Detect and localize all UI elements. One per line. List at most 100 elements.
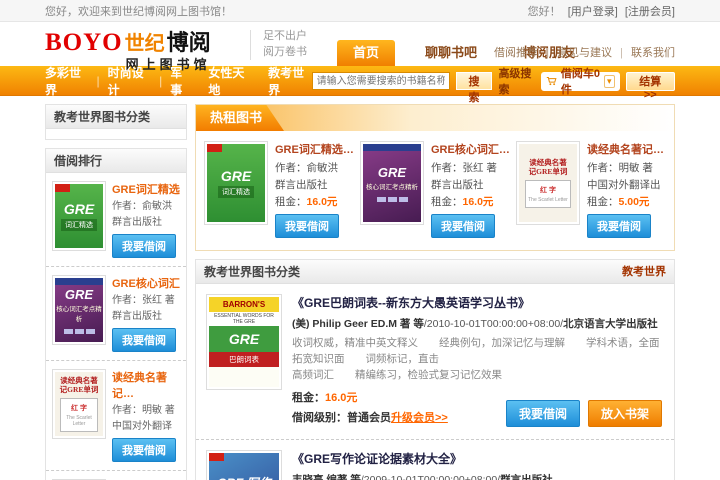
advanced-search-link[interactable]: 高级搜索 xyxy=(498,65,535,97)
sidebar-ranking-header: 借阅排行 xyxy=(46,149,186,173)
sidebar-ranking-box: 借阅排行 GRE 词汇精选 GRE词汇精选 作者：俞敏洪 群言出版社 我要借阅 xyxy=(45,148,187,480)
book-byline: (美) Philip Geer ED.M 著 等/2010-10-01T00:0… xyxy=(292,316,664,331)
checkout-button[interactable]: 结算 >> xyxy=(626,72,675,91)
logo-en: BOYO xyxy=(45,29,123,57)
book-cover[interactable]: GRE 写作 论证论据素材大全 xyxy=(206,450,282,480)
book-info: 《GRE写作论证论据素材大全》 韦晓亮 编著 等/2009-10-01T00:0… xyxy=(292,450,664,480)
book-author: 作者：张红 著 xyxy=(431,160,510,177)
borrow-button[interactable]: 我要借阅 xyxy=(431,214,495,238)
nav-item-fashion-design[interactable]: 时尚设计 xyxy=(108,64,152,98)
book-title[interactable]: GRE核心词汇 xyxy=(112,275,180,291)
quick-links: 借阅推荐 | 意见与建议 | 联系我们 xyxy=(494,44,675,60)
book-title[interactable]: GRE词汇精选 xyxy=(112,181,180,197)
book-publisher: 群言出版社 xyxy=(112,309,180,325)
tagline-line1: 足不出户 xyxy=(263,28,307,44)
book-cover[interactable]: 读经典名著 记GRE单词 红 字 The Scarlet Letter xyxy=(516,141,580,225)
cover-text: 巴朗词表 xyxy=(209,352,279,367)
rent-value: 5.00元 xyxy=(619,196,650,208)
search-button[interactable]: 搜 索 xyxy=(456,72,493,90)
cover-text: GRE xyxy=(221,168,251,184)
borrow-button[interactable]: 我要借阅 xyxy=(506,400,580,427)
nav-separator: | xyxy=(159,74,162,88)
cover-text: GRE xyxy=(64,201,94,217)
cover-text: 核心词汇考点精析 xyxy=(55,303,103,323)
cover-band xyxy=(55,278,103,285)
category-nav-items: 多彩世界 | 时尚设计 | 军事 女性天地 教考世界 xyxy=(45,64,312,98)
book-info: GRE词汇精选… 作者：俞敏洪 群言出版社 租金：16.0元 我要借阅 xyxy=(275,141,354,238)
cover-text: GRE xyxy=(65,287,93,302)
page: 您好，欢迎来到世纪博阅网上图书馆！ 您好！ [用户登录] [注册会员] BOYO… xyxy=(0,0,720,480)
book-title[interactable]: GRE词汇精选… xyxy=(275,141,354,157)
register-link[interactable]: [注册会员] xyxy=(625,6,675,18)
book-cover[interactable]: GRE 词汇精选 xyxy=(52,181,106,251)
book-title[interactable]: GRE核心词汇… xyxy=(431,141,510,157)
cover-text: 词汇精选 xyxy=(218,186,254,198)
tab-home[interactable]: 首页 xyxy=(337,40,395,66)
borrow-button[interactable]: 我要借阅 xyxy=(112,438,176,462)
content-area: 教考世界图书分类 借阅排行 GRE 词汇精选 GRE词汇精选 作者：俞 xyxy=(45,104,675,480)
book-cover[interactable]: GRE 词汇精选 xyxy=(204,141,268,225)
link-separator: | xyxy=(546,47,549,59)
catalog-more-link[interactable]: 教考世界 xyxy=(622,260,666,284)
cover-text: GRE xyxy=(209,326,279,352)
link-borrow-recommend[interactable]: 借阅推荐 xyxy=(494,47,538,59)
ranking-book-item: GRE 词汇精选 GRE词汇精选 作者：俞敏洪 群言出版社 我要借阅 xyxy=(46,173,186,266)
book-title[interactable]: 《GRE巴朗词表--新东方大愚英语学习丛书》 xyxy=(292,294,664,311)
book-info: GRE词汇精选 作者：俞敏洪 群言出版社 我要借阅 xyxy=(112,181,180,258)
book-cover-art: BARRON'S ESSENTIAL WORDS FOR THE GRE GRE… xyxy=(209,297,279,387)
promo-ribbon xyxy=(55,184,70,192)
nav-item-women-world[interactable]: 女性天地 xyxy=(208,64,252,98)
cover-text: 记GRE单词 xyxy=(60,385,99,394)
site-header: BOYO 世纪 博阅 网上图书馆 足不出户 阅万卷书 首页 聊聊书吧 博阅朋友 … xyxy=(0,22,720,66)
book-cover[interactable]: BARRON'S ESSENTIAL WORDS FOR THE GRE GRE… xyxy=(206,294,282,390)
link-suggestions[interactable]: 意见与建议 xyxy=(557,47,612,59)
upgrade-member-link[interactable]: 升级会员>> xyxy=(391,412,448,424)
book-byline: 韦晓亮 编著 等/2009-10-01T00:00:00+08:00/群言出版社 xyxy=(292,472,664,480)
logo-cn2: 博阅 xyxy=(167,25,211,57)
add-to-shelf-button[interactable]: 放入书架 xyxy=(588,400,662,427)
sidebar: 教考世界图书分类 借阅排行 GRE 词汇精选 GRE词汇精选 作者：俞 xyxy=(45,104,187,480)
book-cover[interactable]: GRE 核心词汇考点精析 xyxy=(360,141,424,225)
hot-books-header: 热租图书 xyxy=(196,105,284,131)
cover-text: The Scarlet Letter xyxy=(527,197,568,203)
book-publisher: 群言出版社 xyxy=(431,177,510,194)
cover-text: 记GRE单词 xyxy=(529,167,568,176)
tab-book-chat[interactable]: 聊聊书吧 xyxy=(409,40,493,66)
cover-text: GRE xyxy=(378,165,406,180)
login-link[interactable]: [用户登录] xyxy=(568,6,618,18)
cart-icon xyxy=(546,75,557,87)
book-cover[interactable]: 读经典名著 记GRE单词 红 字 The Scarlet Letter xyxy=(52,369,106,439)
borrow-button[interactable]: 我要借阅 xyxy=(112,328,176,352)
book-title[interactable]: 读经典名著记… xyxy=(587,141,664,157)
cover-inner-box: 红 字 The Scarlet Letter xyxy=(60,398,97,432)
sidebar-category-box: 教考世界图书分类 xyxy=(45,104,187,140)
catalog-book-item: GRE 写作 论证论据素材大全 《GRE写作论证论据素材大全》 韦晓亮 编著 等… xyxy=(196,439,674,480)
catalog-box: 教考世界图书分类 教考世界 BARRON'S ESSENTIAL WORDS F… xyxy=(195,259,675,480)
book-rent: 租金：16.0元 xyxy=(431,194,510,211)
borrow-button[interactable]: 我要借阅 xyxy=(587,214,651,238)
link-contact-us[interactable]: 联系我们 xyxy=(631,47,675,59)
cover-text: 读经典名著 xyxy=(60,376,98,385)
chevron-down-icon[interactable]: ▾ xyxy=(604,75,615,88)
borrow-button[interactable]: 我要借阅 xyxy=(112,234,176,258)
nav-item-military[interactable]: 军事 xyxy=(170,64,192,98)
hot-book-card: GRE 词汇精选 GRE词汇精选… 作者：俞敏洪 群言出版社 租金：16.0元 … xyxy=(204,141,354,238)
cover-text: 读经典名著 xyxy=(529,158,567,167)
sidebar-category-body xyxy=(46,129,186,139)
promo-ribbon xyxy=(209,453,224,461)
borrow-button[interactable]: 我要借阅 xyxy=(275,214,339,238)
book-title[interactable]: 《GRE写作论证论据素材大全》 xyxy=(292,450,664,467)
book-title[interactable]: 读经典名著记… xyxy=(112,369,180,401)
book-cover[interactable]: GRE 核心词汇考点精析 xyxy=(52,275,106,345)
hot-books-list: GRE 词汇精选 GRE词汇精选… 作者：俞敏洪 群言出版社 租金：16.0元 … xyxy=(196,131,674,250)
borrow-cart[interactable]: 借阅车0件 ▾ xyxy=(541,72,620,91)
hot-books-header-bar: 热租图书 xyxy=(196,105,674,131)
nav-item-colorful-world[interactable]: 多彩世界 xyxy=(45,64,89,98)
promo-ribbon xyxy=(207,144,222,152)
cover-text: GRE 写作 xyxy=(217,474,270,480)
search-input[interactable] xyxy=(312,72,450,90)
book-publisher: 中国对外翻译出 xyxy=(587,177,664,194)
cart-count-label: 借阅车0件 xyxy=(561,65,600,97)
cover-text: BARRON'S xyxy=(209,297,279,312)
nav-item-edu-exam-world[interactable]: 教考世界 xyxy=(268,64,312,98)
